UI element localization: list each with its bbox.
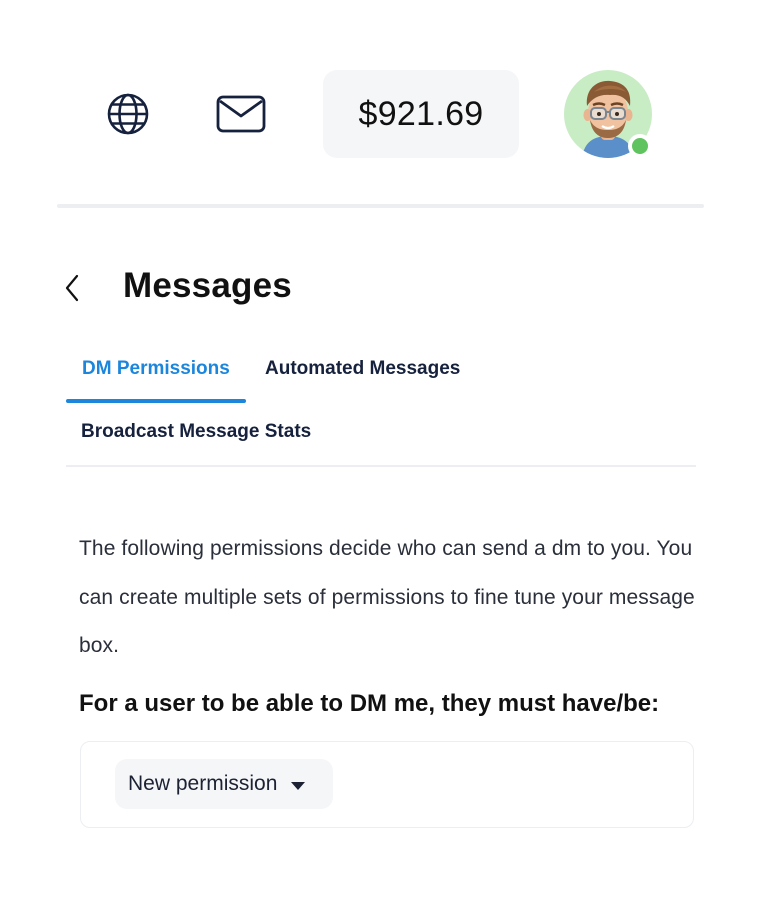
wallet-balance[interactable]: $921.69 bbox=[323, 70, 519, 158]
language-button[interactable] bbox=[104, 90, 152, 138]
top-bar: $921.69 bbox=[0, 0, 760, 210]
caret-down-icon bbox=[291, 782, 306, 790]
globe-icon bbox=[107, 93, 149, 135]
page-title: Messages bbox=[123, 266, 292, 305]
new-permission-label: New permission bbox=[128, 772, 278, 795]
active-tab-indicator bbox=[66, 399, 246, 403]
envelope-icon bbox=[216, 95, 266, 133]
tab-broadcast-message-stats[interactable]: Broadcast Message Stats bbox=[81, 421, 311, 443]
tab-automated-messages[interactable]: Automated Messages bbox=[265, 358, 460, 380]
online-status-dot bbox=[628, 134, 652, 158]
tabs-divider bbox=[66, 465, 696, 467]
requirement-heading: For a user to be able to DM me, they mus… bbox=[79, 690, 660, 717]
profile-avatar-button[interactable] bbox=[564, 70, 656, 162]
chevron-left-icon bbox=[65, 274, 79, 302]
new-permission-dropdown[interactable]: New permission bbox=[115, 759, 333, 809]
permissions-description: The following permissions decide who can… bbox=[79, 537, 695, 657]
messages-button[interactable] bbox=[214, 92, 268, 136]
back-button[interactable] bbox=[56, 270, 88, 306]
tab-dm-permissions[interactable]: DM Permissions bbox=[82, 358, 230, 380]
header-divider bbox=[57, 204, 704, 208]
